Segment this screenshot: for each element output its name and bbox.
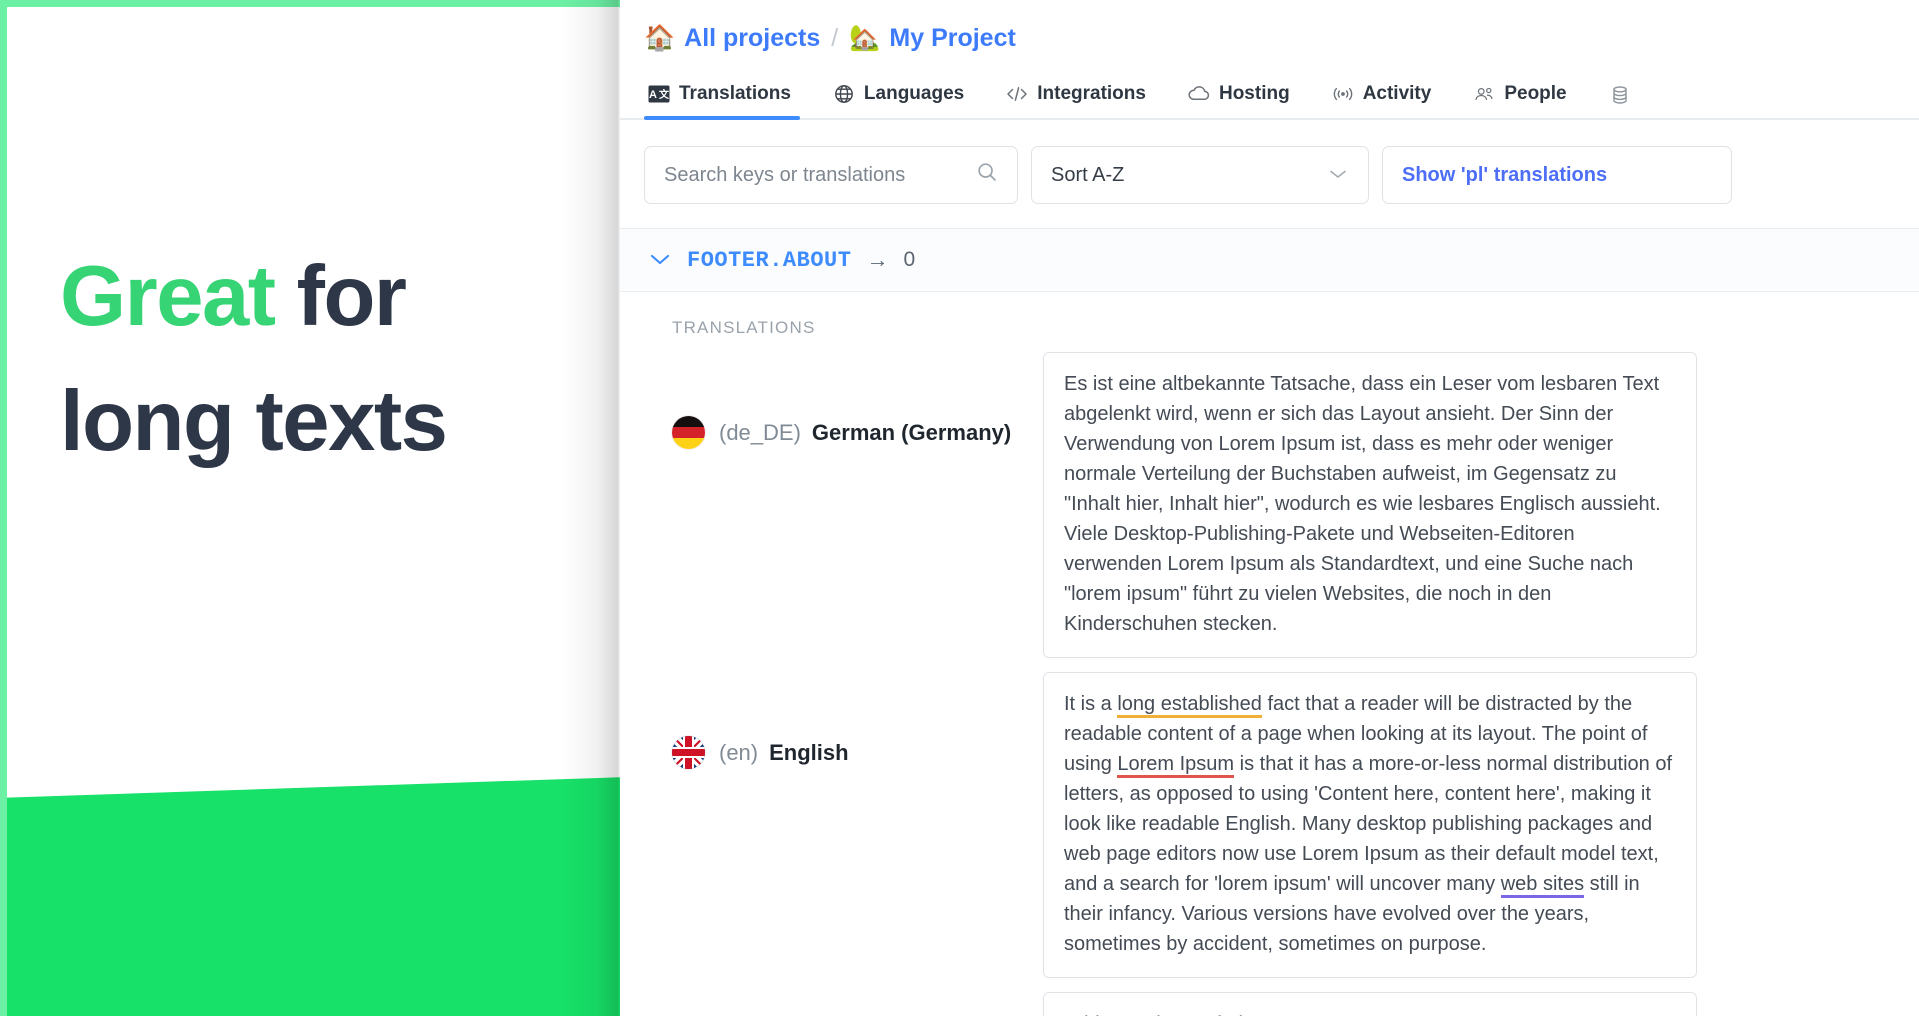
screen-root: Great for long texts 🏠 All projects / 🏡 … — [0, 0, 1919, 1016]
translation-row: (fr_FR) French Add French translation — [620, 978, 1919, 1016]
tab-label: People — [1504, 83, 1567, 104]
breadcrumb: 🏠 All projects / 🏡 My Project — [620, 0, 1919, 62]
language-name: English — [769, 739, 849, 765]
translation-textarea-placeholder[interactable]: Add French translation — [1043, 992, 1697, 1016]
breadcrumb-project-name[interactable]: My Project — [889, 24, 1015, 53]
project-emoji-icon: 🏡 — [849, 23, 881, 52]
translation-textarea[interactable]: It is a long established fact that a rea… — [1043, 672, 1697, 978]
svg-text:A: A — [649, 89, 657, 101]
translation-row: (en) English It is a long established fa… — [620, 658, 1919, 978]
translation-textarea[interactable]: Es ist eine altbekannte Tatsache, dass e… — [1043, 352, 1697, 658]
arrow-right-icon: → — [866, 247, 889, 272]
broadcast-icon — [1332, 84, 1354, 104]
search-input[interactable] — [664, 163, 964, 187]
translation-text-cell: It is a long established fact that a rea… — [1043, 658, 1919, 978]
key-count: 0 — [903, 248, 916, 271]
promo-headline-accent: Great — [60, 249, 276, 344]
tab-activity[interactable]: Activity — [1311, 83, 1453, 118]
sort-select[interactable]: Sort A-Z — [1031, 146, 1369, 204]
app-panel: 🏠 All projects / 🏡 My Project A 文 Transl… — [620, 0, 1919, 1016]
cloud-icon — [1188, 84, 1210, 104]
people-icon — [1473, 84, 1495, 104]
tab-label: Integrations — [1037, 83, 1146, 104]
promo-panel: Great for long texts — [0, 0, 620, 1016]
promo-headline: Great for long texts — [60, 235, 620, 485]
home-icon[interactable]: 🏠 — [644, 25, 675, 51]
flag-gb-icon — [672, 736, 705, 769]
language-label: (de_DE) German (Germany) — [672, 338, 1043, 449]
language-name: German (Germany) — [811, 419, 1012, 445]
tab-translations[interactable]: A 文 Translations — [644, 83, 812, 120]
promo-headline-rest: for — [274, 249, 407, 344]
language-label: (en) English — [672, 658, 1043, 769]
breadcrumb-separator: / — [831, 23, 839, 52]
sort-select-value: Sort A-Z — [1051, 163, 1125, 186]
key-header[interactable]: FOOTER.ABOUT → 0 — [620, 229, 1919, 292]
language-code: (de_DE) — [719, 419, 801, 445]
svg-text:文: 文 — [659, 88, 670, 101]
tab-people[interactable]: People — [1452, 83, 1587, 118]
filter-toolbar: Sort A-Z Show 'pl' translations — [620, 120, 1919, 228]
translation-text-cell: Add French translation — [1043, 978, 1919, 1016]
language-code: (en) — [719, 739, 759, 765]
tab-bar: A 文 Translations Languages Integrations … — [620, 62, 1919, 120]
promo-green-band — [7, 776, 620, 1016]
globe-icon — [833, 84, 855, 104]
tab-label: Activity — [1362, 83, 1432, 104]
search-box[interactable] — [644, 146, 1018, 204]
translate-icon: A 文 — [648, 84, 670, 104]
tab-hosting[interactable]: Hosting — [1167, 83, 1311, 118]
tab-label: Translations — [679, 83, 791, 104]
key-section: FOOTER.ABOUT → 0 TRANSLATIONS (de_DE) Ge… — [620, 228, 1919, 1016]
tab-database[interactable] — [1588, 85, 1661, 118]
database-icon — [1609, 85, 1631, 105]
tab-label: Languages — [863, 83, 965, 104]
tab-integrations[interactable]: Integrations — [985, 83, 1167, 118]
language-label: (fr_FR) French — [672, 978, 1043, 1016]
show-pl-translations-label: Show 'pl' translations — [1402, 163, 1608, 186]
promo-headline-line2: long texts — [60, 373, 448, 469]
breadcrumb-all-projects[interactable]: All projects — [684, 24, 820, 53]
code-icon — [1006, 84, 1028, 104]
show-pl-translations-button[interactable]: Show 'pl' translations — [1382, 146, 1732, 204]
tab-label: Hosting — [1218, 83, 1290, 104]
translations-section-label: TRANSLATIONS — [672, 318, 816, 337]
flag-de-icon — [672, 416, 705, 449]
chevron-down-icon[interactable] — [648, 249, 672, 271]
translation-text-cell: Es ist eine altbekannte Tatsache, dass e… — [1043, 338, 1919, 658]
translation-row: (de_DE) German (Germany) Es ist eine alt… — [620, 338, 1919, 658]
key-name[interactable]: FOOTER.ABOUT — [687, 248, 851, 273]
chevron-down-icon — [1327, 164, 1349, 187]
tab-languages[interactable]: Languages — [812, 83, 985, 118]
search-icon[interactable] — [975, 160, 999, 190]
